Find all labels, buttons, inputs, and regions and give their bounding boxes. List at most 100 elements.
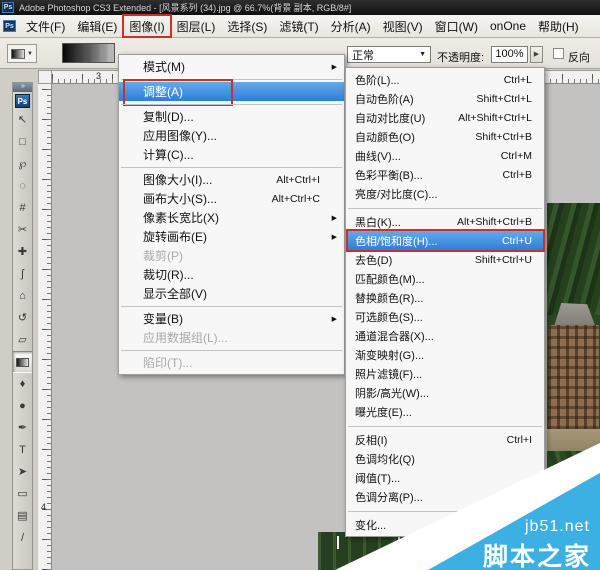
tool-icon: ✒	[18, 423, 27, 434]
menubar-item-image[interactable]: 图像(I)	[123, 16, 170, 37]
watermark-url: jb51.net	[525, 518, 590, 536]
tool-icon: #	[19, 203, 25, 214]
menu-item[interactable]: 像素长宽比(X)	[119, 208, 344, 227]
menubar-item[interactable]: 帮助(H)	[532, 16, 585, 37]
rectangle-tool[interactable]: ▭	[13, 483, 32, 505]
photo-lamp-post	[398, 536, 400, 549]
tool-icon: ▭	[17, 489, 27, 500]
notes-tool[interactable]: ▤	[13, 505, 32, 527]
blend-mode-value: 正常	[352, 47, 419, 63]
menu-item-adjustments[interactable]: 调整(A)	[119, 82, 344, 101]
menubar-item[interactable]: 选择(S)	[221, 16, 273, 37]
reverse-checkbox[interactable]	[553, 48, 564, 59]
menu-item[interactable]: 渐变映射(G)...	[346, 345, 544, 364]
tool-icon: T	[19, 445, 26, 456]
menu-item	[346, 506, 544, 515]
photo-lamp-post	[448, 536, 450, 549]
menu-item[interactable]: 应用数据组(L)...	[119, 328, 344, 347]
menu-item[interactable]: 计算(C)...	[119, 145, 344, 164]
title-bar: Ps Adobe Photoshop CS3 Extended - [风景系列 …	[0, 0, 600, 15]
tool-icon: ✚	[18, 247, 27, 258]
menubar-item[interactable]: 文件(F)	[20, 16, 71, 37]
menu-item[interactable]: 裁剪(P)	[119, 246, 344, 265]
eraser-tool[interactable]: ▱	[13, 329, 32, 351]
menu-item[interactable]: 去色(D) Shift+Ctrl+U	[346, 250, 544, 269]
gradient-tool[interactable]	[13, 351, 32, 373]
menubar-item[interactable]: 视图(V)	[377, 16, 429, 37]
gradient-thumb-icon	[11, 49, 25, 59]
ruler-vertical: 4	[38, 84, 52, 570]
move-tool[interactable]: ↖	[13, 109, 32, 131]
eyedropper-tool[interactable]: /	[13, 527, 32, 549]
menubar-item[interactable]: onOne	[484, 17, 532, 35]
opacity-input[interactable]: 100%	[491, 46, 528, 63]
watermark-name: 脚本之家	[483, 537, 591, 570]
blur-tool[interactable]: ♦	[13, 373, 32, 395]
tool-icon: ℘	[19, 159, 27, 170]
menu-item[interactable]: 曝光度(E)...	[346, 402, 544, 421]
menu-item[interactable]: 自动对比度(U) Alt+Shift+Ctrl+L	[346, 108, 544, 127]
opacity-slider-button[interactable]: ▶	[530, 46, 543, 63]
collapse-arrows-icon[interactable]: »	[13, 83, 32, 92]
menu-item[interactable]: 反相(I) Ctrl+I	[346, 430, 544, 449]
menu-item[interactable]: 色彩平衡(B)... Ctrl+B	[346, 165, 544, 184]
healing-brush-tool[interactable]: ✚	[13, 241, 32, 263]
path-selection-tool[interactable]: ➤	[13, 461, 32, 483]
menu-item[interactable]: 变化...	[346, 515, 544, 534]
tool-icon: ʃ	[21, 269, 23, 280]
menu-item[interactable]: 裁切(R)...	[119, 265, 344, 284]
menubar-item[interactable]: 滤镜(T)	[273, 16, 324, 37]
quick-selection-tool[interactable]: ◌	[13, 175, 32, 197]
clone-stamp-tool[interactable]: ⌂	[13, 285, 32, 307]
marquee-tool[interactable]: □	[13, 131, 32, 153]
menu-item[interactable]: 显示全部(V)	[119, 284, 344, 303]
menu-item[interactable]: 图像大小(I)... Alt+Ctrl+I	[119, 170, 344, 189]
menu-item[interactable]: 通道混合器(X)...	[346, 326, 544, 345]
opacity-label: 不透明度:	[437, 49, 484, 65]
menu-item	[346, 421, 544, 430]
gradient-preview-button[interactable]	[62, 43, 115, 63]
crop-tool[interactable]: #	[13, 197, 32, 219]
menubar-item[interactable]: 图层(L)	[171, 16, 222, 37]
lasso-tool[interactable]: ℘	[13, 153, 32, 175]
type-tool[interactable]: T	[13, 439, 32, 461]
ps-logo: Ps	[15, 94, 30, 108]
menu-item[interactable]: 阴影/高光(W)...	[346, 383, 544, 402]
menu-item[interactable]: 变量(B)	[119, 309, 344, 328]
menu-item[interactable]: 画布大小(S)... Alt+Ctrl+C	[119, 189, 344, 208]
menu-item-hue-saturation[interactable]: 色相/饱和度(H)... Ctrl+U	[346, 231, 544, 250]
menu-item[interactable]: 复制(D)...	[119, 107, 344, 126]
pen-tool[interactable]: ✒	[13, 417, 32, 439]
menu-item[interactable]: 模式(M)	[119, 57, 344, 76]
menu-item[interactable]: 陷印(T)...	[119, 353, 344, 372]
menu-item[interactable]: 替换颜色(R)...	[346, 288, 544, 307]
blend-mode-select[interactable]: 正常 ▼	[347, 46, 431, 63]
menu-item[interactable]: 阈值(T)...	[346, 468, 544, 487]
menu-item[interactable]: 自动颜色(O) Shift+Ctrl+B	[346, 127, 544, 146]
menu-item[interactable]: 色调分离(P)...	[346, 487, 544, 506]
dodge-tool[interactable]: ●	[13, 395, 32, 417]
document-photo	[547, 203, 600, 570]
slice-tool[interactable]: ✂	[13, 219, 32, 241]
menubar-item[interactable]: 编辑(E)	[71, 16, 123, 37]
menubar-item[interactable]: 分析(A)	[325, 16, 377, 37]
history-brush-tool[interactable]: ↺	[13, 307, 32, 329]
menu-item	[346, 203, 544, 212]
gradient-preset-picker[interactable]: ▼	[7, 44, 37, 63]
menu-item[interactable]: 亮度/对比度(C)...	[346, 184, 544, 203]
menu-item[interactable]: 色调均化(Q)	[346, 449, 544, 468]
image-menu: 模式(M) 调整(A) 复制(D)...	[118, 54, 345, 375]
menu-item[interactable]: 照片滤镜(F)...	[346, 364, 544, 383]
menu-item[interactable]: 匹配颜色(M)...	[346, 269, 544, 288]
menu-item[interactable]: 自动色阶(A) Shift+Ctrl+L	[346, 89, 544, 108]
menu-item[interactable]: 曲线(V)... Ctrl+M	[346, 146, 544, 165]
menu-item[interactable]: 可选颜色(S)...	[346, 307, 544, 326]
menu-item[interactable]: 应用图像(Y)...	[119, 126, 344, 145]
menu-item[interactable]: 色阶(L)... Ctrl+L	[346, 70, 544, 89]
menu-item[interactable]: 旋转画布(E)	[119, 227, 344, 246]
brush-tool[interactable]: ʃ	[13, 263, 32, 285]
adjustments-submenu: 色阶(L)... Ctrl+L 自动色阶(A) Shift+Ctrl+L 自动对…	[345, 67, 545, 537]
photo-castle-facade	[548, 325, 599, 429]
menubar-item[interactable]: 窗口(W)	[429, 16, 484, 37]
tool-icon: ⌂	[19, 291, 26, 302]
